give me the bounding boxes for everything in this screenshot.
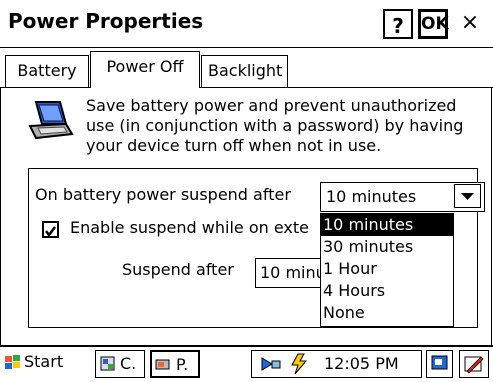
tab-backlight[interactable]: Backlight <box>201 55 288 87</box>
taskbar-item-p-label: P. <box>176 355 189 374</box>
suspend-after-label: Suspend after <box>122 260 234 279</box>
control-panel-icon <box>100 356 115 371</box>
external-suspend-select[interactable]: 10 minu <box>255 258 325 288</box>
chevron-down-icon <box>461 193 474 200</box>
input-panel-button[interactable] <box>459 350 489 378</box>
option-1-hour[interactable]: 1 Hour <box>321 258 453 280</box>
power-plug-icon[interactable] <box>288 353 312 375</box>
laptop-icon <box>28 101 74 140</box>
battery-suspend-dropdown-button[interactable] <box>454 184 481 208</box>
option-none[interactable]: None <box>321 302 453 324</box>
tab-power-off[interactable]: Power Off <box>90 51 200 88</box>
start-button[interactable]: Start <box>2 349 76 377</box>
system-tray: 12:05 PM <box>251 350 422 378</box>
option-4-hours[interactable]: 4 Hours <box>321 280 453 302</box>
windows-flag-icon <box>5 355 20 369</box>
panel-border-left <box>0 87 1 345</box>
enable-external-suspend-label[interactable]: Enable suspend while on exte <box>70 218 309 237</box>
taskbar-item-p[interactable]: P. <box>150 350 200 378</box>
description-text: Save battery power and prevent unauthori… <box>86 96 464 155</box>
pen-icon <box>464 356 484 374</box>
clock[interactable]: 12:05 PM <box>324 354 399 373</box>
power-properties-icon <box>155 359 170 370</box>
ok-button[interactable]: OK <box>418 9 449 39</box>
window-title: Power Properties <box>8 9 204 33</box>
option-10-minutes[interactable]: 10 minutes <box>321 214 453 236</box>
checkmark-icon <box>45 226 56 238</box>
battery-suspend-options-list: 10 minutes 30 minutes 1 Hour 4 Hours Non… <box>320 213 454 327</box>
option-30-minutes[interactable]: 30 minutes <box>321 236 453 258</box>
help-button[interactable]: ? <box>383 9 413 39</box>
tab-battery[interactable]: Battery <box>5 55 89 87</box>
close-button[interactable]: × <box>455 9 485 39</box>
taskbar-item-c[interactable]: C. <box>95 350 145 378</box>
desktop-button[interactable] <box>426 350 453 378</box>
start-label: Start <box>24 352 64 371</box>
taskbar-item-c-label: C. <box>120 354 137 373</box>
panel-border-right <box>491 87 492 345</box>
network-icon[interactable] <box>260 354 282 374</box>
enable-external-suspend-checkbox[interactable] <box>42 221 59 238</box>
battery-suspend-label: On battery power suspend after <box>35 185 291 204</box>
desktop-icon <box>431 355 448 370</box>
active-tab-gap <box>91 87 199 89</box>
tab-divider <box>0 87 493 88</box>
